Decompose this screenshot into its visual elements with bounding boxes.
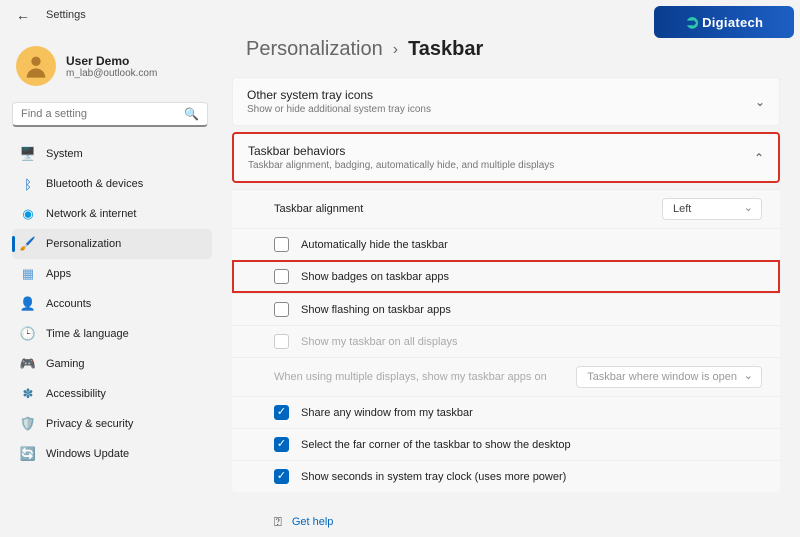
taskbar-behaviors-card[interactable]: Taskbar behaviors Taskbar alignment, bad… xyxy=(232,132,780,183)
sidebar-item-gaming[interactable]: 🎮Gaming xyxy=(12,349,212,379)
seconds-clock-checkbox[interactable] xyxy=(274,469,289,484)
alignment-select[interactable]: Left xyxy=(662,198,762,220)
corner-desktop-row[interactable]: Select the far corner of the taskbar to … xyxy=(232,428,780,460)
search-icon: 🔍 xyxy=(184,107,199,121)
badges-checkbox[interactable] xyxy=(274,269,289,284)
chevron-up-icon: ⌃ xyxy=(754,151,764,165)
multi-display-row: When using multiple displays, show my ta… xyxy=(232,357,780,396)
update-icon: 🔄 xyxy=(20,446,36,462)
taskbar-alignment-row: Taskbar alignment Left xyxy=(232,189,780,228)
all-displays-checkbox xyxy=(274,334,289,349)
multi-display-select: Taskbar where window is open xyxy=(576,366,762,388)
user-account[interactable]: User Demo m_lab@outlook.com xyxy=(12,38,212,100)
window-title: Settings xyxy=(46,9,86,21)
user-email: m_lab@outlook.com xyxy=(66,68,157,79)
gamepad-icon: 🎮 xyxy=(20,356,36,372)
sidebar-item-privacy[interactable]: 🛡️Privacy & security xyxy=(12,409,212,439)
seconds-clock-row[interactable]: Show seconds in system tray clock (uses … xyxy=(232,460,780,492)
share-window-row[interactable]: Share any window from my taskbar xyxy=(232,396,780,428)
sidebar-item-bluetooth[interactable]: ᛒBluetooth & devices xyxy=(12,169,212,199)
share-window-checkbox[interactable] xyxy=(274,405,289,420)
system-tray-card[interactable]: Other system tray icons Show or hide add… xyxy=(232,77,780,126)
sidebar-item-personalization[interactable]: 🖌️Personalization xyxy=(12,229,212,259)
apps-icon: ▦ xyxy=(20,266,36,282)
all-displays-row: Show my taskbar on all displays xyxy=(232,325,780,357)
get-help-link[interactable]: ⍰ Get help xyxy=(232,500,780,530)
back-button[interactable]: ← xyxy=(10,5,36,25)
brush-icon: 🖌️ xyxy=(20,236,36,252)
monitor-icon: 🖥️ xyxy=(20,146,36,162)
sidebar-item-system[interactable]: 🖥️System xyxy=(12,139,212,169)
flashing-row[interactable]: Show flashing on taskbar apps xyxy=(232,293,780,325)
sidebar-item-update[interactable]: 🔄Windows Update xyxy=(12,439,212,469)
person-icon: 👤 xyxy=(20,296,36,312)
accessibility-icon: ✽ xyxy=(20,386,36,402)
breadcrumb: Personalization › Taskbar xyxy=(232,34,780,77)
corner-desktop-checkbox[interactable] xyxy=(274,437,289,452)
autohide-row[interactable]: Automatically hide the taskbar xyxy=(232,228,780,260)
flashing-checkbox[interactable] xyxy=(274,302,289,317)
avatar xyxy=(16,46,56,86)
autohide-checkbox[interactable] xyxy=(274,237,289,252)
breadcrumb-parent[interactable]: Personalization xyxy=(246,38,383,61)
sidebar-item-network[interactable]: ◉Network & internet xyxy=(12,199,212,229)
brand-logo: ➲Digiatech xyxy=(654,6,794,38)
bluetooth-icon: ᛒ xyxy=(20,176,36,192)
badges-row[interactable]: Show badges on taskbar apps xyxy=(232,260,780,293)
help-icon: ⍰ xyxy=(274,514,282,530)
sidebar-item-apps[interactable]: ▦Apps xyxy=(12,259,212,289)
page-title: Taskbar xyxy=(408,38,483,61)
sidebar-item-accessibility[interactable]: ✽Accessibility xyxy=(12,379,212,409)
search-input[interactable]: 🔍 xyxy=(12,102,208,127)
shield-icon: 🛡️ xyxy=(20,416,36,432)
chevron-right-icon: › xyxy=(393,41,398,59)
wifi-icon: ◉ xyxy=(20,206,36,222)
user-name: User Demo xyxy=(66,54,157,68)
sidebar-item-accounts[interactable]: 👤Accounts xyxy=(12,289,212,319)
sidebar-item-time[interactable]: 🕒Time & language xyxy=(12,319,212,349)
clock-icon: 🕒 xyxy=(20,326,36,342)
chevron-down-icon: ⌄ xyxy=(755,95,765,109)
